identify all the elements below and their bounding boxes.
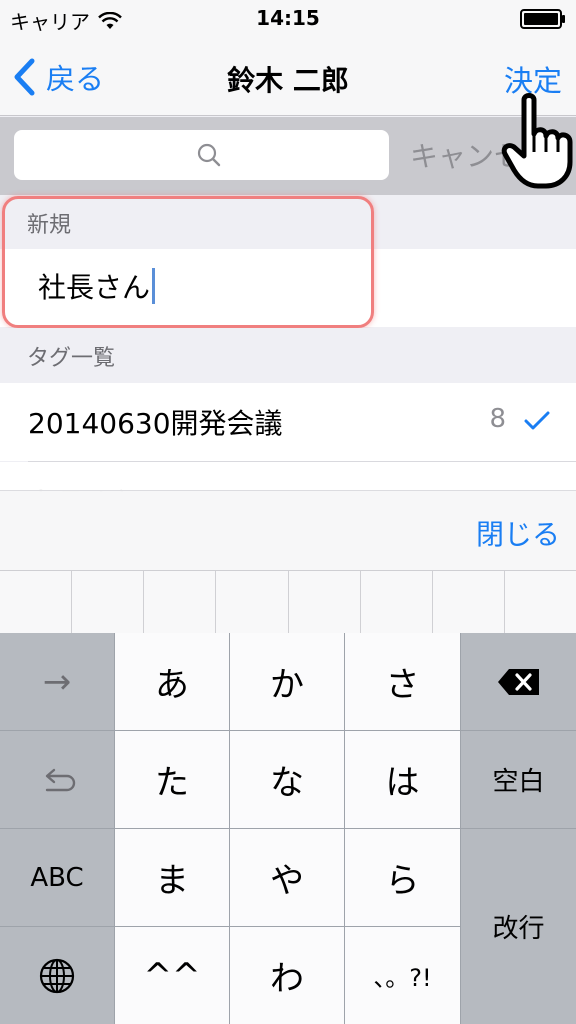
candidate-cell[interactable] (216, 571, 289, 633)
candidate-cell[interactable] (433, 571, 505, 633)
hand-pointer-icon (501, 93, 573, 189)
delete-icon (497, 668, 539, 695)
kana-key-wa[interactable]: わ (230, 927, 345, 1024)
undo-icon (45, 768, 76, 791)
undo-key[interactable] (0, 731, 115, 829)
kana-key-ma[interactable]: ま (115, 829, 230, 927)
globe-icon (39, 958, 75, 993)
section-header-tags: タグ一覧 (0, 328, 576, 382)
battery-icon (520, 9, 565, 29)
page-title: 鈴木 二郎 (227, 64, 349, 97)
checkmark-icon (524, 411, 550, 430)
tag-name: 20140630開発会議 (28, 407, 283, 440)
kana-key-ha[interactable]: は (345, 731, 461, 829)
kana-key-ta[interactable]: た (115, 731, 230, 829)
status-bar: キャリア 14:15 (0, 0, 576, 36)
globe-key[interactable] (0, 927, 115, 1024)
kana-key-ya[interactable]: や (230, 829, 345, 927)
search-bar: キャンセル (0, 117, 576, 195)
abc-key[interactable]: ABC (0, 829, 115, 927)
search-input[interactable] (14, 130, 389, 180)
return-key[interactable]: 改行 (461, 829, 576, 1024)
close-keyboard-button[interactable]: 閉じる (476, 513, 560, 553)
space-key[interactable]: 空白 (461, 731, 576, 829)
punctuation-key[interactable]: 、。?! (345, 927, 461, 1024)
candidate-cell[interactable] (144, 571, 217, 633)
tag-row[interactable]: カラオケ (0, 462, 576, 492)
kana-key-ra[interactable]: ら (345, 829, 461, 927)
kana-key-na[interactable]: な (230, 731, 345, 829)
emoticon-key[interactable]: ^^ (115, 927, 230, 1024)
highlight-ring (2, 196, 374, 328)
candidate-cell[interactable] (289, 571, 361, 633)
candidate-cell[interactable] (0, 571, 73, 633)
kana-key-ka[interactable]: か (230, 633, 345, 731)
navigation-bar: 戻る 鈴木 二郎 決定 (0, 36, 576, 116)
candidate-bar (0, 570, 576, 633)
delete-key[interactable] (461, 633, 576, 731)
kana-key-sa[interactable]: さ (345, 633, 461, 731)
search-icon (197, 143, 221, 167)
next-candidate-key[interactable]: → (0, 633, 115, 731)
tag-count: 8 (489, 404, 506, 434)
candidate-cell[interactable] (505, 571, 576, 633)
status-time: 14:15 (256, 6, 320, 30)
candidate-cell[interactable] (72, 571, 145, 633)
keyboard: → あ か さ た な は 空白 ABC ま や ら 改行 ^^ わ 、。?! (0, 633, 576, 1024)
keyboard-toolbar: 閉じる (0, 490, 576, 570)
tag-row[interactable]: 20140630開発会議 8 (0, 383, 576, 461)
kana-key-a[interactable]: あ (115, 633, 230, 731)
candidate-cell[interactable] (361, 571, 433, 633)
